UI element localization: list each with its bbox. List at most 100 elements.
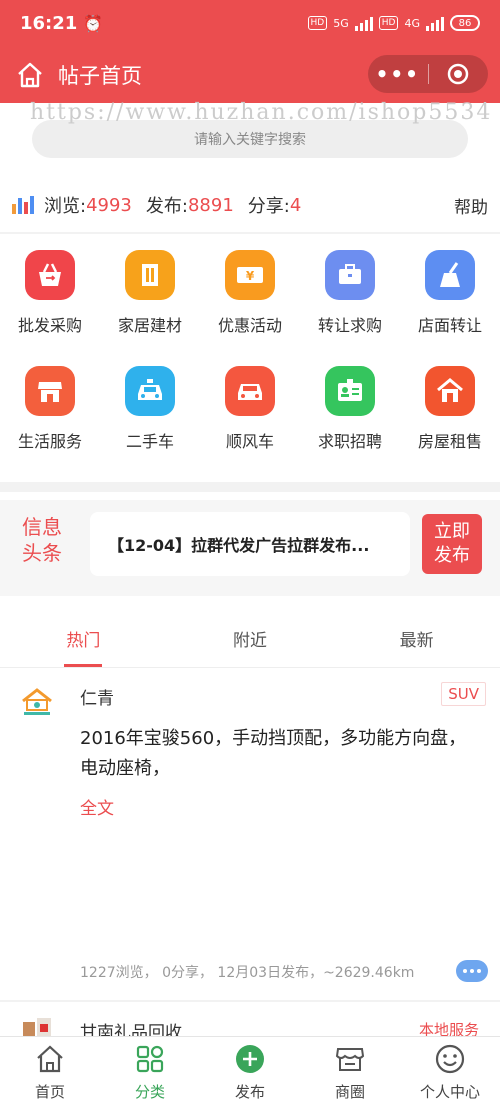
publish-now-button[interactable]: 立即 发布	[422, 514, 482, 574]
category-label: 求职招聘	[317, 432, 382, 451]
tabbar-label: 个人中心	[419, 1083, 480, 1101]
close-target-icon[interactable]	[429, 62, 489, 86]
divider	[0, 232, 500, 234]
header: 16:21 ⏰ HD 5G HD 4G 86 帖子首页 •••	[0, 0, 500, 103]
watermark: https://www.huzhan.com/ishop5534	[30, 100, 493, 125]
read-more-link[interactable]: 全文	[80, 794, 114, 819]
category-item[interactable]: 转让求购	[300, 250, 400, 366]
home-icon[interactable]	[16, 61, 44, 89]
tabbar-business[interactable]: 商圈	[300, 1037, 400, 1111]
network-label-1: 5G	[333, 16, 349, 30]
tab-nearby[interactable]: 附近	[167, 610, 334, 667]
post-meta: 1227浏览， 0分享， 12月03日发布，~2629.46km	[80, 965, 415, 981]
posts-count: 8891	[187, 194, 234, 216]
plus-circle-icon	[236, 1045, 264, 1073]
category-label: 房屋租售	[417, 432, 482, 451]
svg-text:¥: ¥	[246, 269, 255, 283]
search-placeholder: 请输入关键字搜索	[194, 132, 306, 148]
category-row: 批发采购 家居建材 ¥ 优惠活动 转让求购 店面转让	[0, 250, 500, 366]
headline-text[interactable]: 【12-04】拉群代发广告拉群发布...	[90, 512, 410, 576]
battery-level: 86	[458, 17, 472, 29]
category-label: 店面转让	[417, 316, 482, 335]
id-card-icon	[325, 366, 375, 416]
category-label: 优惠活动	[217, 316, 282, 335]
headline-tag-line1: 信息	[22, 515, 62, 539]
tabbar-label: 发布	[234, 1083, 265, 1101]
category-label: 顺风车	[225, 432, 274, 451]
section-divider	[0, 482, 500, 492]
views-count: 4993	[86, 194, 132, 216]
category-item[interactable]: 二手车	[100, 366, 200, 482]
publish-now-line2: 发布	[434, 545, 470, 566]
hd-badge-2: HD	[378, 16, 399, 30]
headline-banner: 信息 头条 【12-04】拉群代发广告拉群发布... 立即 发布	[0, 500, 500, 596]
status-bar: 16:21 ⏰ HD 5G HD 4G 86	[0, 0, 500, 46]
avatar[interactable]	[20, 686, 54, 720]
headline-tag: 信息 头条	[18, 514, 66, 566]
comment-icon[interactable]	[456, 960, 488, 982]
tabbar-home[interactable]: 首页	[0, 1037, 100, 1111]
category-label: 转让求购	[317, 316, 382, 335]
post-card[interactable]: 甘南礼品回收 本地服务	[0, 1002, 500, 1036]
post-card[interactable]: 仁青 SUV 2016年宝骏560，手动挡顶配，多功能方向盘，电动座椅， 全文 …	[0, 668, 500, 1000]
bottom-tab-bar: 首页 分类 发布 商圈 个人中心	[0, 1036, 500, 1111]
grid-icon	[136, 1045, 164, 1073]
status-time: 16:21	[20, 12, 78, 34]
category-item[interactable]: 求职招聘	[300, 366, 400, 482]
tabbar-label: 首页	[34, 1083, 65, 1101]
car-icon	[225, 366, 275, 416]
category-label: 批发采购	[17, 316, 82, 335]
avatar[interactable]	[20, 1016, 54, 1036]
signal-icon-1	[354, 15, 373, 31]
tab-latest[interactable]: 最新	[333, 610, 500, 667]
post-content: 2016年宝骏560，手动挡顶配，多功能方向盘，电动座椅，	[80, 728, 467, 779]
category-row: 生活服务 二手车 顺风车 求职招聘 房屋租售	[0, 366, 500, 482]
category-item[interactable]: 房屋租售	[400, 366, 500, 482]
category-item[interactable]: 顺风车	[200, 366, 300, 482]
tabbar-label: 分类	[134, 1083, 165, 1101]
category-label: 家居建材	[117, 316, 182, 335]
post-author: 甘南礼品回收	[80, 1023, 182, 1036]
broom-icon	[425, 250, 475, 300]
coupon-icon: ¥	[225, 250, 275, 300]
shares-label: 分享:	[247, 196, 290, 217]
signal-icon-2	[426, 15, 444, 31]
status-indicators: HD 5G HD 4G 86	[307, 15, 480, 31]
category-item[interactable]: 批发采购	[0, 250, 100, 366]
shares-count: 4	[289, 194, 302, 216]
shop-icon	[25, 366, 75, 416]
category-label: 二手车	[125, 432, 174, 451]
house-icon	[425, 366, 475, 416]
tabbar-publish[interactable]: 发布	[200, 1037, 300, 1111]
category-item[interactable]: 店面转让	[400, 250, 500, 366]
more-menu-icon[interactable]: •••	[368, 62, 428, 86]
feed-tabs: 热门 附近 最新	[0, 610, 500, 668]
category-label: 生活服务	[17, 432, 82, 451]
stats-row: 浏览: 4993 发布: 8891 分享: 4 帮助	[12, 188, 488, 222]
post-category-tag: 本地服务	[418, 1021, 479, 1036]
views-label: 浏览:	[44, 196, 87, 217]
bar-chart-icon	[12, 196, 34, 214]
posts-label: 发布:	[145, 196, 188, 217]
network-label-2: 4G	[404, 16, 420, 30]
battery-icon: 86	[450, 15, 480, 31]
help-link[interactable]: 帮助	[454, 193, 488, 218]
briefcase-icon	[325, 250, 375, 300]
taxi-icon	[125, 366, 175, 416]
post-author: 仁青	[80, 689, 114, 709]
category-grid: 批发采购 家居建材 ¥ 优惠活动 转让求购 店面转让 生活服务 二手车 顺风车 …	[0, 250, 500, 482]
publish-now-line1: 立即	[434, 521, 470, 542]
headline-tag-line2: 头条	[22, 541, 62, 565]
tab-hot[interactable]: 热门	[0, 610, 167, 667]
basket-icon	[25, 250, 75, 300]
category-item[interactable]: ¥ 优惠活动	[200, 250, 300, 366]
tabbar-profile[interactable]: 个人中心	[400, 1037, 500, 1111]
nav-bar: 帖子首页 •••	[0, 50, 500, 100]
tabbar-label: 商圈	[334, 1083, 365, 1101]
building-icon	[125, 250, 175, 300]
tabbar-category[interactable]: 分类	[100, 1037, 200, 1111]
category-item[interactable]: 生活服务	[0, 366, 100, 482]
category-item[interactable]: 家居建材	[100, 250, 200, 366]
search-input[interactable]: 请输入关键字搜索	[32, 120, 468, 158]
hd-badge-1: HD	[307, 16, 328, 30]
